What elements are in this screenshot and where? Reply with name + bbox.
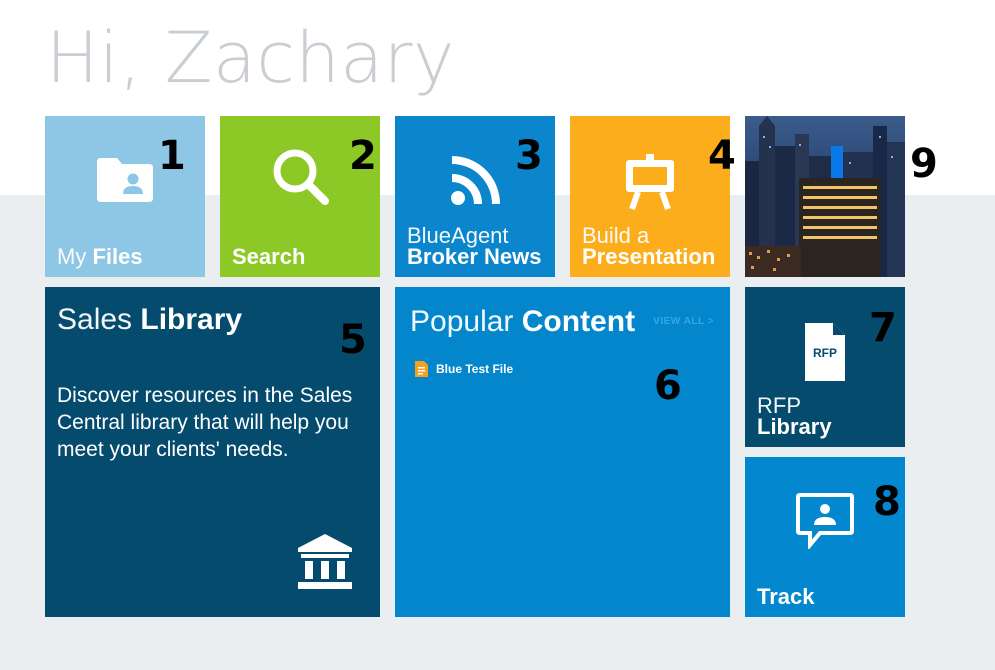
- callout-number-7: 7: [869, 305, 897, 351]
- track-label: Track: [757, 584, 815, 609]
- popular-content-title: Popular Content: [410, 305, 636, 338]
- callout-number-3: 3: [515, 133, 543, 179]
- build-presentation-tile[interactable]: Build a Presentation: [570, 116, 730, 277]
- chat-user-icon: [796, 493, 854, 549]
- city-skyline-image: [745, 116, 905, 277]
- callout-number-1: 1: [158, 133, 186, 179]
- callout-number-8: 8: [873, 479, 901, 525]
- document-icon: [415, 361, 428, 377]
- sales-library-title: Sales Library: [57, 303, 243, 336]
- popular-content-tile: Popular Content VIEW ALL > Blue Test Fil…: [395, 287, 730, 617]
- broker-news-label: BlueAgent Broker News: [407, 223, 542, 269]
- search-icon: [273, 149, 329, 205]
- view-all-link[interactable]: VIEW ALL >: [653, 316, 714, 327]
- sales-library-tile[interactable]: Sales Library Discover resources in the …: [45, 287, 380, 617]
- search-label: Search: [232, 244, 306, 269]
- greeting-title: Hi, Zachary: [46, 17, 455, 99]
- callout-number-4: 4: [708, 133, 736, 179]
- my-files-label: My Files: [57, 244, 143, 269]
- callout-number-9: 9: [910, 141, 938, 187]
- callout-number-2: 2: [349, 133, 377, 179]
- rss-icon: [451, 156, 500, 205]
- easel-icon: [626, 154, 674, 210]
- rfp-document-icon: RFP: [805, 323, 845, 381]
- popular-content-item-label: Blue Test File: [436, 362, 514, 376]
- folder-user-icon: [97, 158, 153, 202]
- build-presentation-label: Build a Presentation: [582, 223, 716, 269]
- bank-icon: [298, 534, 352, 589]
- popular-content-item[interactable]: Blue Test File: [415, 361, 513, 377]
- city-image-tile[interactable]: [745, 116, 905, 277]
- rfp-library-label: RFP Library: [757, 393, 832, 439]
- callout-number-6: 6: [654, 363, 682, 409]
- svg-text:RFP: RFP: [813, 346, 837, 360]
- sales-library-description: Discover resources in the Sales Central …: [57, 384, 353, 461]
- callout-number-5: 5: [339, 317, 367, 363]
